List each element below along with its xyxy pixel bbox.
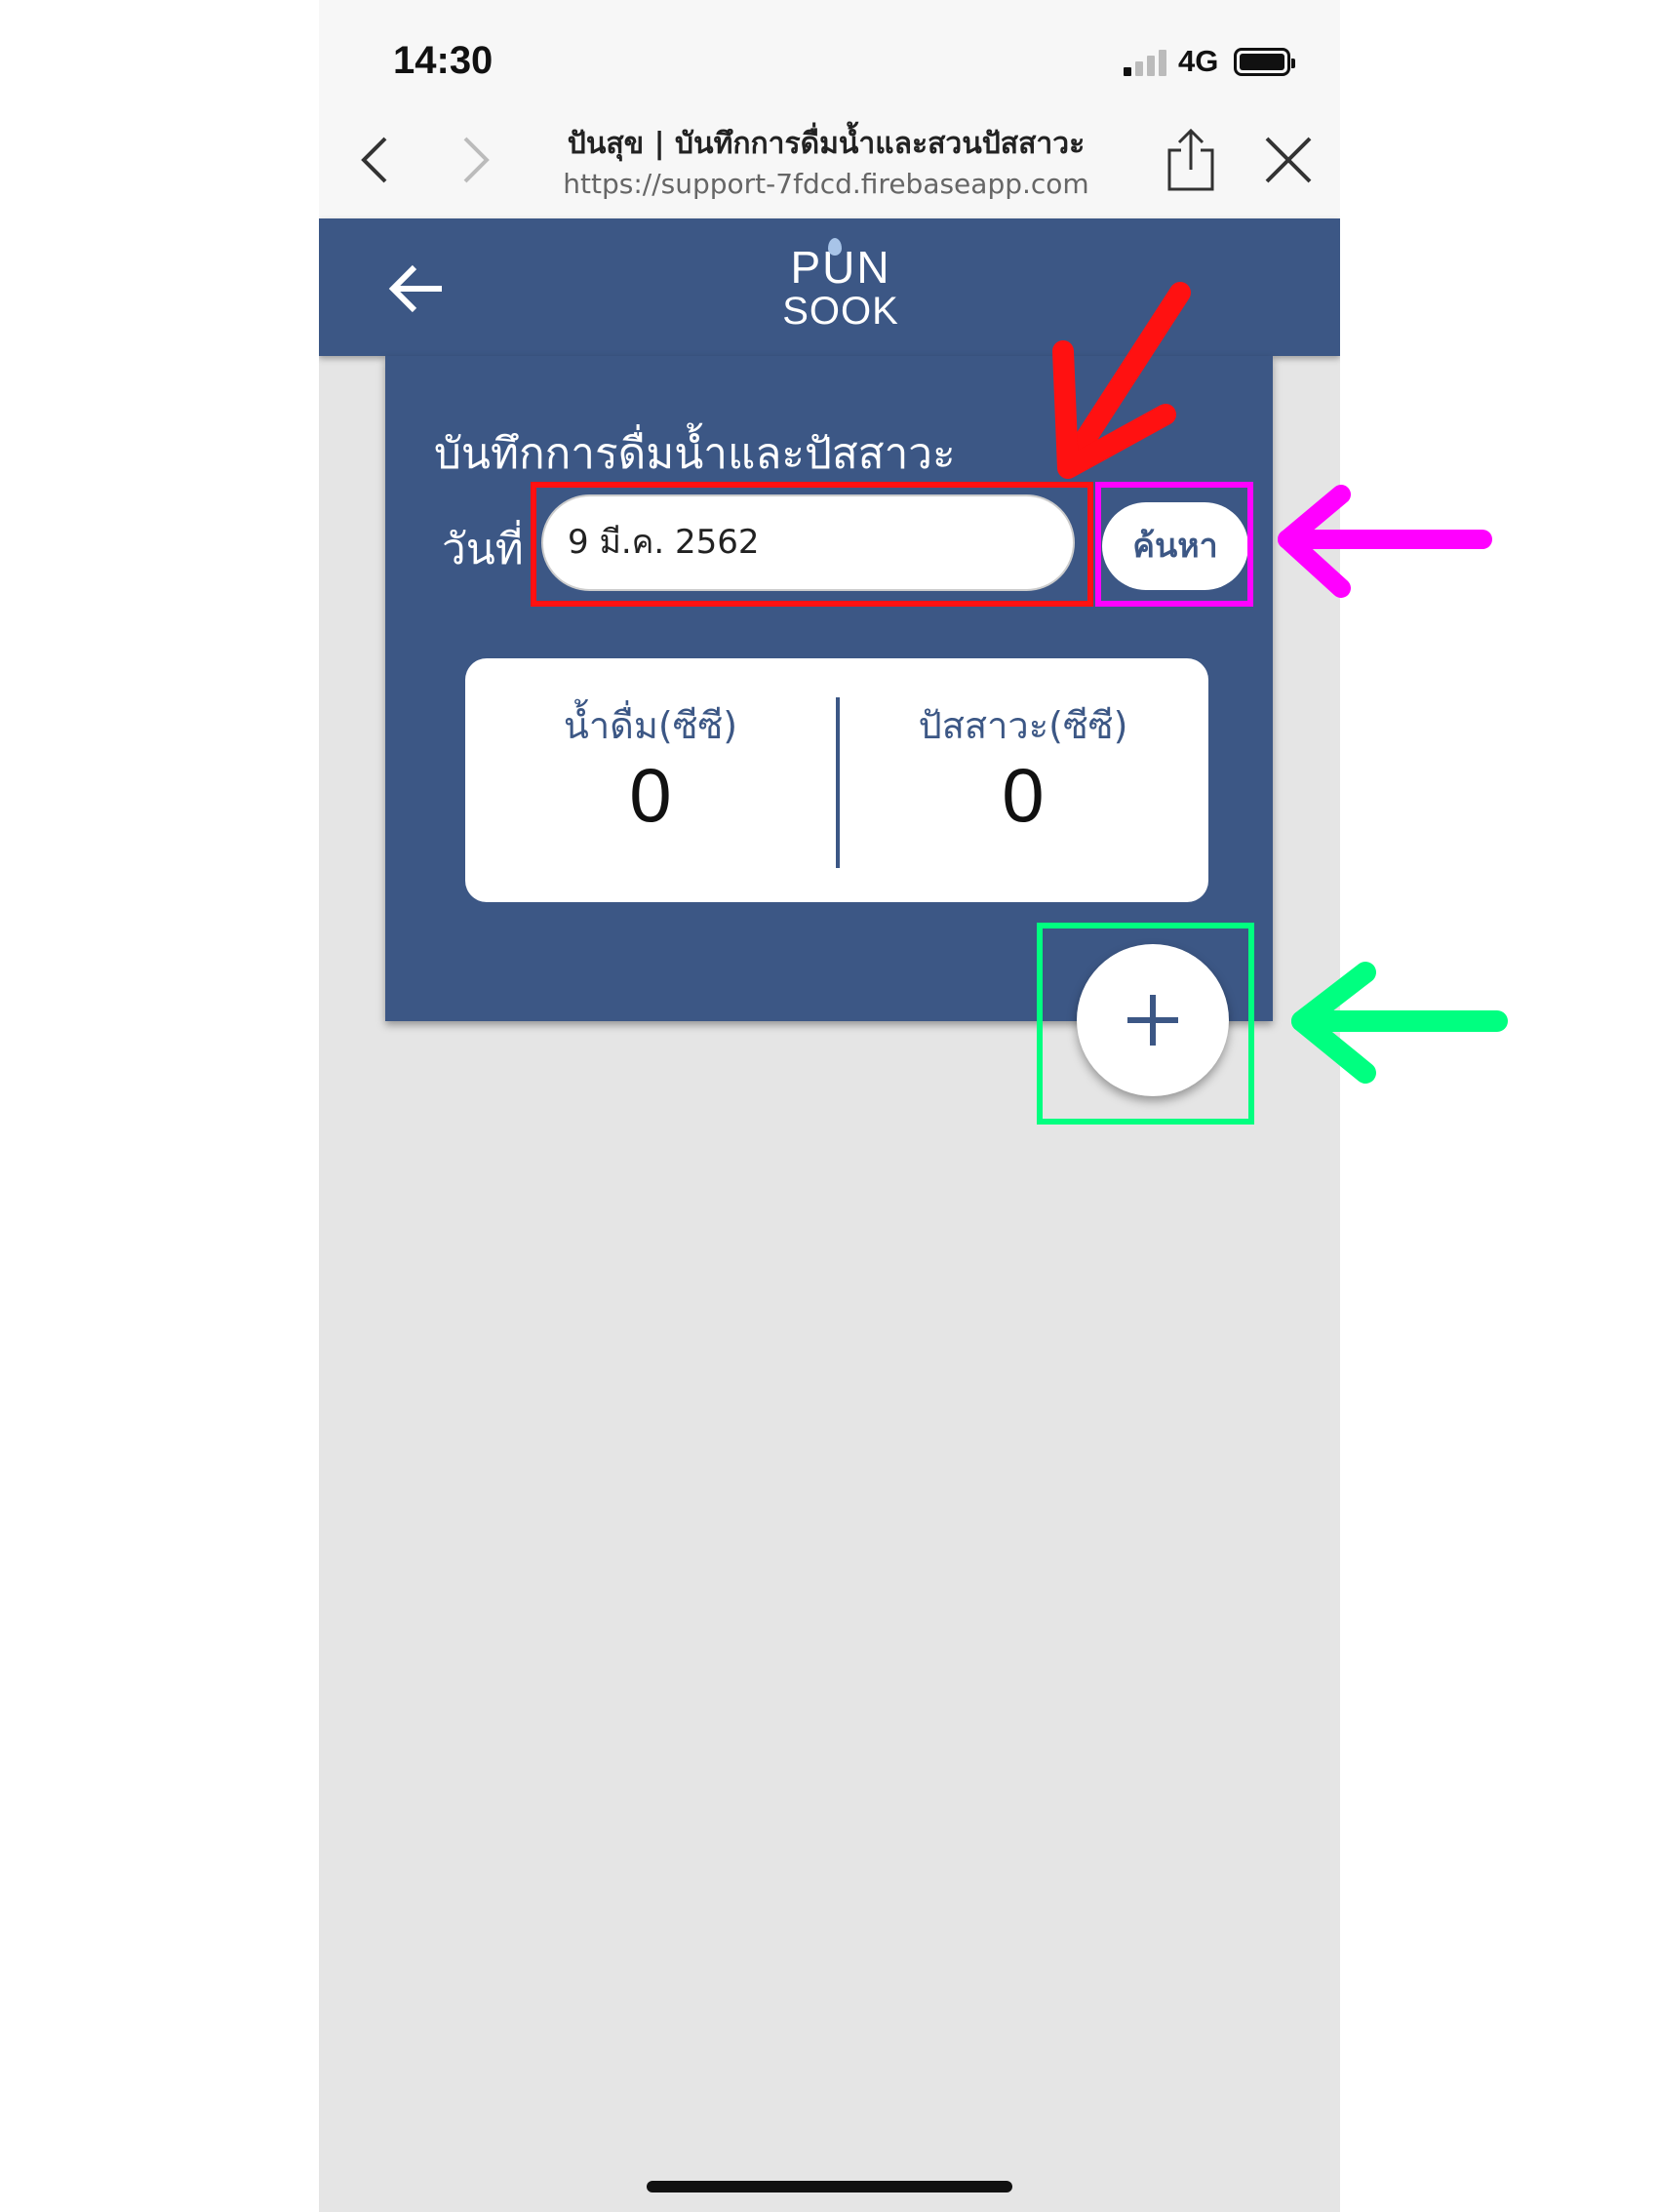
app-logo: PUN SOOK bbox=[748, 238, 933, 341]
highlight-search-button bbox=[1095, 482, 1253, 607]
date-label: วันที่ bbox=[442, 525, 524, 574]
green-arrow-icon bbox=[1291, 962, 1508, 1084]
page-url[interactable]: https://support-7fdcd.firebaseapp.com bbox=[504, 168, 1148, 200]
urine-summary: ปัสสาวะ(ซีซี) 0 bbox=[838, 658, 1208, 902]
urine-label: ปัสสาวะ(ซีซี) bbox=[918, 704, 1128, 747]
record-title: บันทึกการดื่มน้ำและปัสสาวะ bbox=[434, 429, 956, 479]
close-icon[interactable] bbox=[1259, 131, 1318, 189]
logo-line2: SOOK bbox=[782, 290, 899, 333]
highlight-date-input bbox=[531, 482, 1093, 607]
chevron-left-icon[interactable] bbox=[348, 131, 407, 189]
status-bar: 14:30 4G bbox=[319, 0, 1340, 109]
urine-value: 0 bbox=[1002, 752, 1045, 838]
page-title: ปันสุข | บันทึกการดื่มน้ำและสวนปัสสาวะ bbox=[567, 127, 1086, 161]
signal-icon bbox=[1124, 47, 1172, 76]
chevron-right-icon[interactable] bbox=[444, 131, 502, 189]
water-value: 0 bbox=[629, 752, 672, 838]
magenta-arrow-icon bbox=[1278, 485, 1492, 598]
home-indicator bbox=[647, 2181, 1012, 2192]
red-arrow-icon bbox=[1052, 282, 1191, 479]
arrow-left-icon[interactable] bbox=[387, 262, 446, 316]
highlight-add-button bbox=[1037, 923, 1254, 1125]
share-icon[interactable] bbox=[1162, 125, 1220, 195]
browser-toolbar: ปันสุข | บันทึกการดื่มน้ำและสวนปัสสาวะ h… bbox=[319, 109, 1340, 219]
battery-icon bbox=[1234, 48, 1295, 76]
water-summary: น้ำดื่ม(ซีซี) 0 bbox=[465, 658, 836, 902]
summary-box: น้ำดื่ม(ซีซี) 0 ปัสสาวะ(ซีซี) 0 bbox=[465, 658, 1208, 902]
water-label: น้ำดื่ม(ซีซี) bbox=[563, 704, 738, 747]
status-time: 14:30 bbox=[393, 39, 494, 82]
network-type: 4G bbox=[1178, 44, 1219, 78]
